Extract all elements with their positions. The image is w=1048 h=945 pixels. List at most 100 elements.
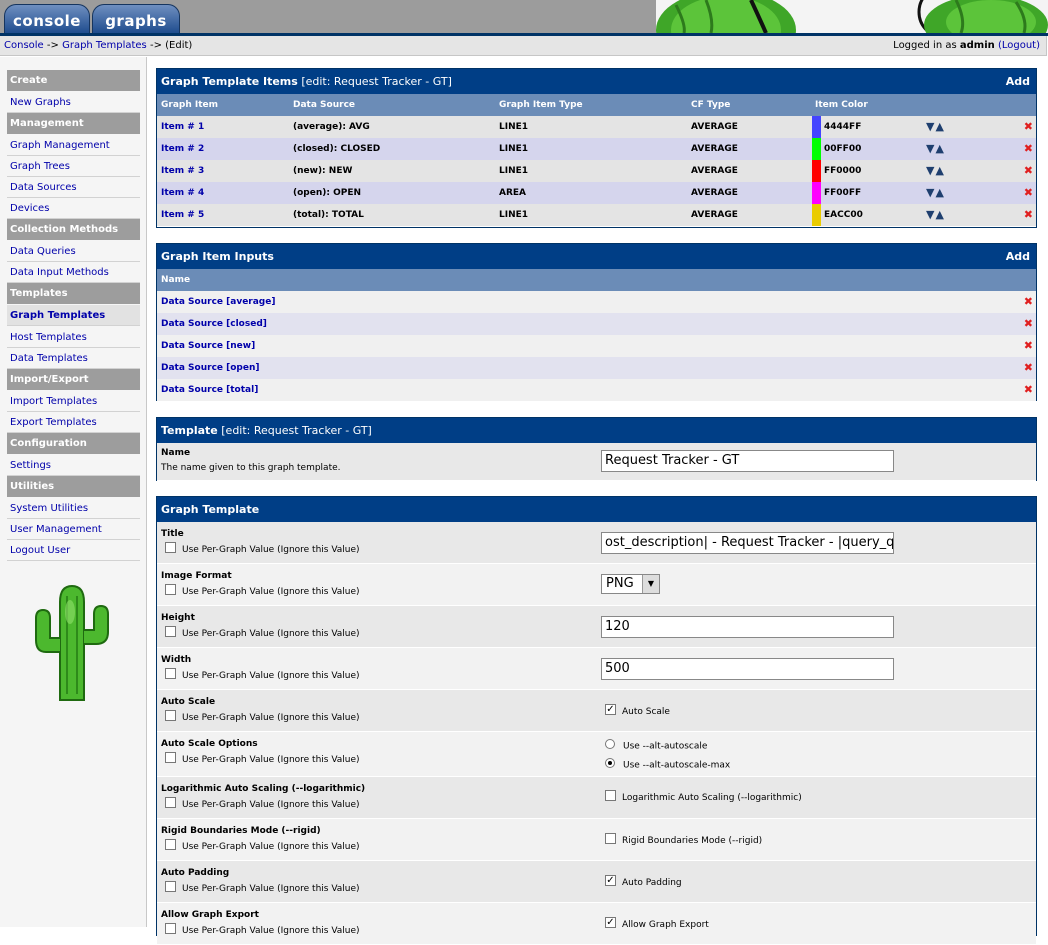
column-header-row: Graph Item Data Source Graph Item Type C… [157,94,1036,116]
delete-icon[interactable]: ✖ [1024,182,1033,204]
sidebar-item-user-management[interactable]: User Management [7,519,140,540]
breadcrumb-graph-templates-link[interactable]: Graph Templates [62,40,147,51]
alt-autoscale-radio[interactable] [605,739,615,749]
sidebar-item-data-sources[interactable]: Data Sources [7,177,140,198]
add-item-link[interactable]: Add [1006,69,1030,94]
breadcrumb-console-link[interactable]: Console [4,40,44,51]
input-name-link[interactable]: Data Source [new] [161,335,255,357]
graph-item-link[interactable]: Item # 5 [161,204,204,226]
logout-link[interactable]: (Logout) [998,40,1040,51]
sidebar-item-data-input-methods[interactable]: Data Input Methods [7,262,140,283]
delete-icon[interactable]: ✖ [1024,160,1033,182]
delete-icon[interactable]: ✖ [1024,291,1033,313]
per-graph-label: Use Per-Graph Value (Ignore this Value) [182,545,360,555]
delete-icon[interactable]: ✖ [1024,116,1033,138]
auto-scale-checkbox[interactable]: ✓ [605,704,616,715]
graph-item-link[interactable]: Item # 2 [161,138,204,160]
tab-console[interactable]: console [4,4,90,33]
sidebar-item-host-templates[interactable]: Host Templates [7,327,140,348]
title-per-graph-checkbox[interactable] [165,542,176,553]
input-name-link[interactable]: Data Source [total] [161,379,258,401]
auto-scale-option: ✓ Auto Scale [605,704,670,717]
auto-padding-checkbox[interactable]: ✓ [605,875,616,886]
sidebar-item-data-queries[interactable]: Data Queries [7,241,140,262]
tab-graphs[interactable]: graphs [92,4,180,33]
move-up-icon[interactable]: ▲ [935,164,944,177]
allow-export-row: Allow Graph Export Use Per-Graph Value (… [157,903,1036,945]
menu-header-management: Management [7,113,140,134]
alt-autoscale-max-radio[interactable] [605,758,615,768]
graph-item-link[interactable]: Item # 3 [161,160,204,182]
panel-title: Graph Template [157,497,1036,522]
per-graph-label: Use Per-Graph Value (Ignore this Value) [182,587,360,597]
move-arrows: ▼▲ [926,138,945,160]
allow-export-per-graph-checkbox[interactable] [165,923,176,934]
sidebar-item-system-utilities[interactable]: System Utilities [7,498,140,519]
cf-type-cell: AVERAGE [691,210,738,220]
item-color-cell: FF0000 [824,166,862,176]
rigid-checkbox[interactable] [605,833,616,844]
sidebar-item-logout-user[interactable]: Logout User [7,540,140,561]
auto-scale-options-per-graph-option: Use Per-Graph Value (Ignore this Value) [165,752,360,765]
auto-padding-per-graph-checkbox[interactable] [165,881,176,892]
delete-icon[interactable]: ✖ [1024,379,1033,401]
input-name-link[interactable]: Data Source [open] [161,357,260,379]
delete-icon[interactable]: ✖ [1024,204,1033,226]
panel-title-bold: Graph Template Items [161,75,298,88]
graph-item-link[interactable]: Item # 4 [161,182,204,204]
auto-scale-per-graph-checkbox[interactable] [165,710,176,721]
title-field-row: Title Use Per-Graph Value (Ignore this V… [157,522,1036,564]
delete-icon[interactable]: ✖ [1024,138,1033,160]
width-per-graph-checkbox[interactable] [165,668,176,679]
auto-scale-options-per-graph-checkbox[interactable] [165,752,176,763]
height-input[interactable]: 120 [601,616,894,638]
table-row: Data Source [new] ✖ [157,335,1036,357]
sidebar-item-devices[interactable]: Devices [7,198,140,219]
panel-title-edit: [edit: Request Tracker - GT] [301,75,452,88]
breadcrumb-bar: Console -> Graph Templates -> (Edit) Log… [0,36,1047,56]
sidebar-item-export-templates[interactable]: Export Templates [7,412,140,433]
move-up-icon[interactable]: ▲ [935,186,944,199]
input-name-link[interactable]: Data Source [closed] [161,313,267,335]
move-up-icon[interactable]: ▲ [935,142,944,155]
sidebar-item-graph-templates[interactable]: Graph Templates [7,305,140,326]
add-input-link[interactable]: Add [1006,244,1030,269]
delete-icon[interactable]: ✖ [1024,313,1033,335]
rigid-per-graph-option: Use Per-Graph Value (Ignore this Value) [165,839,360,852]
sidebar-item-data-templates[interactable]: Data Templates [7,348,140,369]
table-row: Data Source [closed] ✖ [157,313,1036,335]
logarithmic-per-graph-checkbox[interactable] [165,797,176,808]
graph-item-link[interactable]: Item # 1 [161,116,204,138]
sidebar-item-graph-management[interactable]: Graph Management [7,135,140,156]
template-name-input[interactable]: Request Tracker - GT [601,450,894,472]
panel-title-bold: Graph Item Inputs [161,250,274,263]
sidebar-item-import-templates[interactable]: Import Templates [7,391,140,412]
delete-icon[interactable]: ✖ [1024,357,1033,379]
alt-autoscale-label: Use --alt-autoscale [623,741,708,752]
alt-autoscale-option: Use --alt-autoscale [605,739,708,752]
graph-item-inputs-panel: Graph Item Inputs Add Name Data Source [… [156,243,1037,401]
sidebar-item-graph-trees[interactable]: Graph Trees [7,156,140,177]
width-input[interactable]: 500 [601,658,894,680]
delete-icon[interactable]: ✖ [1024,335,1033,357]
rigid-per-graph-checkbox[interactable] [165,839,176,850]
image-format-per-graph-checkbox[interactable] [165,584,176,595]
allow-export-option-label: Allow Graph Export [622,920,709,930]
image-format-select[interactable]: PNG ▼ [601,574,660,594]
item-color-cell: FF00FF [824,188,862,198]
height-label: Height [161,613,195,623]
height-per-graph-checkbox[interactable] [165,626,176,637]
move-up-icon[interactable]: ▲ [935,208,944,221]
alt-autoscale-max-option: Use --alt-autoscale-max [605,758,730,771]
panel-title-bold: Template [161,424,218,437]
move-up-icon[interactable]: ▲ [935,120,944,133]
breadcrumb-current: (Edit) [165,40,193,51]
input-name-link[interactable]: Data Source [average] [161,291,275,313]
column-cf-type: CF Type [691,100,731,110]
allow-export-checkbox[interactable]: ✓ [605,917,616,928]
panel-title: Template [edit: Request Tracker - GT] [157,418,1036,443]
sidebar-item-settings[interactable]: Settings [7,455,140,476]
logarithmic-checkbox[interactable] [605,790,616,801]
title-input[interactable]: ost_description| - Request Tracker - |qu… [601,532,894,554]
sidebar-item-new-graphs[interactable]: New Graphs [7,92,140,113]
